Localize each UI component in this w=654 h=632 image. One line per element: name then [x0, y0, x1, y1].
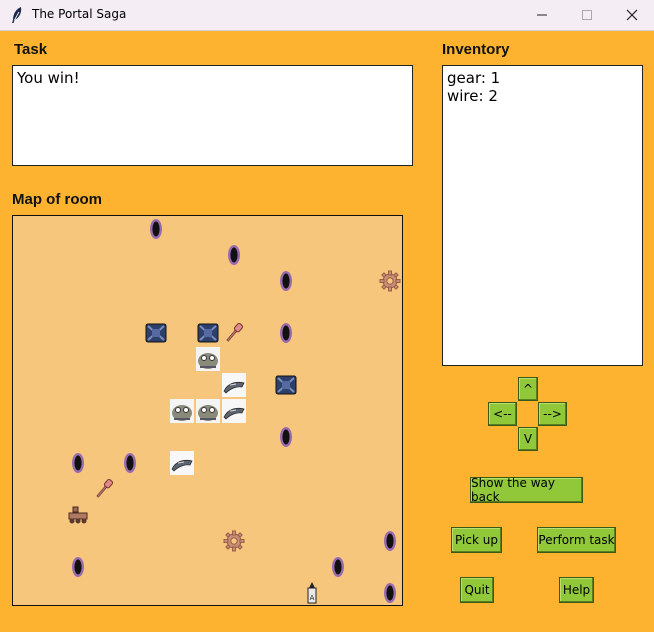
- portal-icon: [383, 529, 397, 557]
- gear-icon: [223, 530, 245, 556]
- portal-icon: [279, 425, 293, 453]
- whale-icon: [222, 399, 246, 427]
- creature-icon: [196, 399, 220, 427]
- perform-task-button[interactable]: Perform task: [537, 527, 616, 553]
- close-button[interactable]: [609, 0, 654, 30]
- move-up-button[interactable]: ^: [518, 377, 538, 401]
- screwdriver-icon: [92, 477, 116, 505]
- portal-icon: [279, 321, 293, 349]
- portal-icon: [149, 217, 163, 245]
- portal-icon: [331, 555, 345, 583]
- portal-icon: [71, 555, 85, 583]
- player-rover-icon: [67, 504, 89, 530]
- inventory-item: wire: 2: [447, 87, 498, 105]
- window-title: The Portal Saga: [32, 7, 127, 21]
- pick-up-button[interactable]: Pick up: [451, 527, 502, 553]
- crate-icon: [275, 375, 297, 399]
- inventory-label: Inventory: [442, 41, 510, 58]
- crate-icon: [145, 323, 167, 347]
- beacon-icon: A: [305, 581, 319, 605]
- creature-icon: [196, 347, 220, 375]
- room-map[interactable]: A: [12, 215, 403, 606]
- show-way-back-button[interactable]: Show the way back: [470, 476, 583, 504]
- svg-text:A: A: [310, 594, 315, 602]
- inventory-item: gear: 1: [447, 69, 501, 87]
- close-icon: [626, 9, 638, 21]
- minimize-icon: [537, 14, 547, 16]
- feather-icon: [12, 7, 22, 23]
- portal-icon: [227, 243, 241, 271]
- whale-icon: [170, 451, 194, 479]
- game-window: The Portal Saga Task You win! Inventory …: [0, 0, 654, 632]
- portal-icon: [123, 451, 137, 479]
- portal-icon: [279, 269, 293, 297]
- screwdriver-icon: [222, 321, 246, 349]
- task-text: You win!: [17, 69, 80, 87]
- help-button[interactable]: Help: [559, 577, 594, 603]
- move-down-button[interactable]: V: [518, 427, 538, 451]
- portal-icon: [71, 451, 85, 479]
- gear-icon: [379, 270, 401, 296]
- portal-icon: [383, 581, 397, 605]
- creature-icon: [170, 399, 194, 427]
- move-left-button[interactable]: <--: [488, 402, 517, 426]
- whale-icon: [222, 373, 246, 401]
- minimize-button[interactable]: [519, 0, 565, 30]
- inventory-textbox[interactable]: gear: 1 wire: 2: [442, 65, 643, 366]
- task-textbox[interactable]: You win!: [12, 65, 413, 166]
- quit-button[interactable]: Quit: [460, 577, 494, 603]
- maximize-button[interactable]: [564, 0, 610, 30]
- title-bar: The Portal Saga: [0, 0, 654, 31]
- crate-icon: [197, 323, 219, 347]
- task-label: Task: [14, 41, 48, 58]
- map-label: Map of room: [12, 191, 102, 208]
- move-right-button[interactable]: -->: [538, 402, 567, 426]
- maximize-icon: [582, 10, 592, 20]
